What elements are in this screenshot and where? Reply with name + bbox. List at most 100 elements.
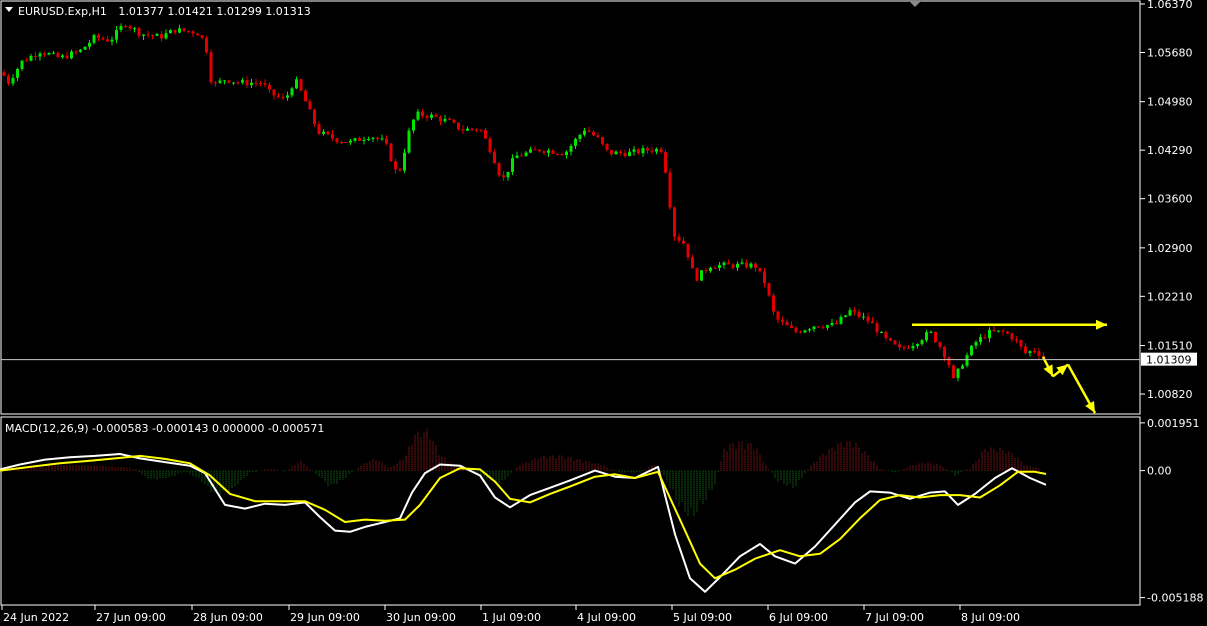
symbol-name: EURUSD.Exp,H1	[18, 5, 107, 18]
candle-body	[619, 151, 622, 154]
candle-body	[502, 175, 505, 178]
candle-body	[277, 95, 280, 97]
candle-body	[646, 148, 649, 151]
candle-body	[992, 329, 996, 332]
candle-body	[200, 35, 204, 38]
candle-body	[160, 33, 163, 39]
candle-body	[272, 89, 276, 96]
candle-body	[529, 149, 532, 153]
candle-body	[367, 138, 370, 140]
candle-body	[142, 34, 145, 36]
candle-body	[569, 145, 573, 152]
candle-body	[416, 111, 420, 120]
candle-body	[808, 329, 811, 331]
candle-body	[925, 332, 928, 341]
candle-body	[830, 323, 834, 326]
candle-body	[682, 240, 685, 244]
candle-body	[673, 207, 676, 237]
candle-body	[704, 270, 708, 272]
candle-body	[911, 345, 915, 349]
candle-body	[956, 368, 960, 379]
candle-body	[1028, 351, 1032, 354]
candle-body	[29, 55, 33, 61]
candle-body	[587, 130, 591, 132]
candle-body	[191, 31, 195, 34]
price-tick-label: 1.02210	[1147, 290, 1193, 303]
candle-body	[376, 137, 379, 139]
candle-body	[290, 88, 294, 96]
candle-body	[128, 26, 132, 29]
candle-body	[614, 151, 618, 155]
candle-body	[371, 137, 375, 139]
candle-body	[281, 96, 285, 98]
candle-body	[862, 316, 865, 318]
candle-body	[452, 119, 456, 123]
candle-body	[979, 337, 982, 342]
current-price-text: 1.01309	[1146, 354, 1192, 367]
candle-body	[1033, 351, 1036, 353]
candle-body	[313, 109, 316, 125]
candle-body	[826, 325, 829, 328]
candle-body	[1037, 351, 1041, 356]
candle-body	[331, 133, 334, 139]
candle-body	[547, 150, 550, 153]
candle-body	[335, 138, 339, 143]
candle-body	[974, 341, 978, 346]
candle-body	[326, 131, 330, 134]
candle-body	[740, 262, 744, 264]
symbol-title: EURUSD.Exp,H1 1.01377 1.01421 1.01299 1.…	[18, 5, 311, 18]
candle-body	[916, 344, 919, 346]
macd-tick-label: -0.005188	[1147, 592, 1203, 605]
candle-body	[259, 82, 262, 84]
candle-body	[907, 348, 910, 350]
candle-body	[754, 263, 757, 268]
candle-body	[866, 316, 870, 322]
candle-body	[421, 111, 424, 117]
candle-body	[542, 151, 546, 153]
candle-body	[551, 150, 555, 154]
candle-body	[511, 158, 514, 172]
candle-body	[506, 171, 510, 178]
candle-body	[853, 310, 856, 312]
candle-body	[101, 37, 105, 40]
candle-body	[227, 80, 231, 83]
candle-body	[7, 75, 10, 84]
time-tick-label: 4 Jul 09:00	[577, 611, 636, 624]
candle-body	[583, 130, 586, 135]
candle-body	[178, 28, 181, 33]
candle-body	[119, 26, 123, 30]
candle-body	[857, 311, 861, 317]
candle-body	[34, 55, 37, 57]
ohlc-values: 1.01377 1.01421 1.01299 1.01313	[118, 5, 310, 18]
candle-body	[457, 122, 460, 130]
candle-body	[430, 114, 433, 118]
candle-body	[353, 138, 357, 141]
candle-body	[772, 295, 775, 312]
candle-body	[358, 138, 361, 141]
time-tick-label: 7 Jul 09:00	[865, 611, 924, 624]
candle-body	[889, 338, 892, 341]
candle-body	[403, 152, 406, 171]
candle-body	[146, 34, 150, 36]
candle-body	[839, 316, 843, 324]
candle-body	[322, 131, 325, 135]
candle-body	[961, 365, 964, 369]
candle-body	[686, 243, 690, 258]
candle-body	[223, 80, 226, 82]
candle-body	[479, 129, 483, 131]
trading-chart[interactable]: 1.06370 1.05680 1.04980 1.04290 1.03600 1.029…	[0, 0, 1207, 626]
candle-body	[47, 53, 51, 55]
candle-body	[596, 135, 600, 138]
candle-body	[565, 151, 568, 156]
candle-body	[520, 155, 523, 157]
candle-body	[79, 49, 82, 52]
candle-body	[425, 116, 429, 118]
candle-body	[934, 331, 937, 343]
candle-body	[475, 129, 478, 131]
time-tick-label: 8 Jul 09:00	[961, 611, 1020, 624]
macd-title: MACD(12,26,9) -0.000583 -0.000143 0.0000…	[5, 422, 324, 435]
candle-body	[650, 150, 654, 152]
candle-body	[794, 327, 798, 333]
price-tick-label: 1.02900	[1147, 242, 1193, 255]
candle-body	[484, 129, 487, 139]
